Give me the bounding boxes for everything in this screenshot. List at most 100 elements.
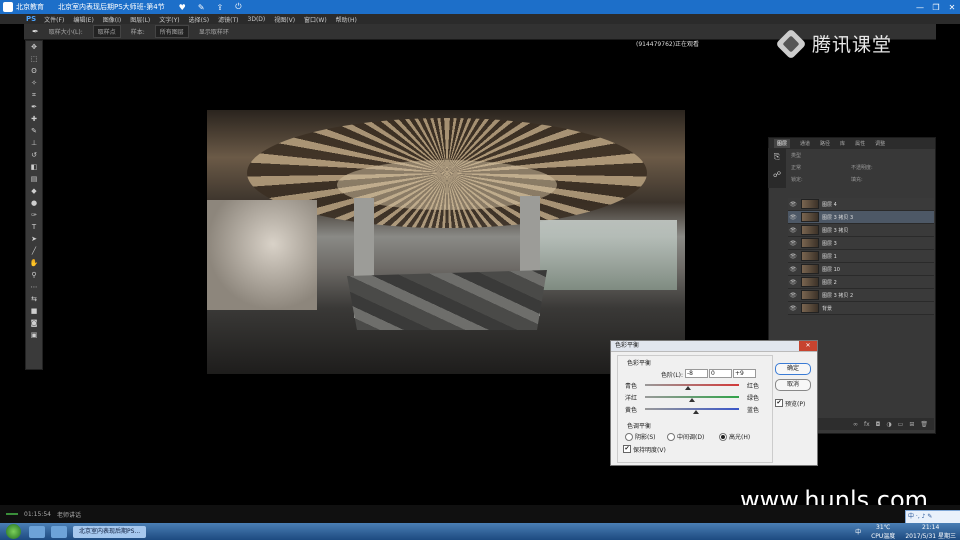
minimize-button[interactable]: — — [912, 3, 928, 12]
visibility-eye-icon[interactable]: 👁 — [788, 227, 798, 234]
level-yellow-blue-input[interactable]: +9 — [733, 369, 756, 378]
input-method-indicator[interactable]: 中 — [855, 527, 861, 536]
blend-mode-select[interactable]: 正常 — [791, 164, 801, 171]
tab-channels[interactable]: 通道 — [800, 140, 810, 147]
media-taskbar-icon[interactable] — [51, 525, 67, 538]
visibility-eye-icon[interactable]: 👁 — [788, 305, 798, 312]
edit-icon[interactable]: ✎ — [198, 3, 205, 12]
sample-select[interactable]: 所有图层 — [154, 25, 189, 38]
sample-size-select[interactable]: 取样点 — [92, 25, 121, 38]
layer-row[interactable]: 👁 图层 3 — [788, 237, 934, 250]
yellow-blue-slider-handle[interactable] — [693, 410, 700, 414]
visibility-eye-icon[interactable]: 👁 — [788, 266, 798, 273]
blur-tool-icon[interactable]: ◆ — [26, 185, 42, 197]
tab-properties[interactable]: 属性 — [855, 140, 865, 147]
yellow-blue-slider[interactable] — [645, 408, 739, 410]
history-brush-icon[interactable]: ↺ — [26, 149, 42, 161]
menu-view[interactable]: 视图(V) — [274, 15, 295, 24]
visibility-eye-icon[interactable]: 👁 — [788, 292, 798, 299]
layer-row[interactable]: 👁 图层 3 拷贝 2 — [788, 289, 934, 302]
move-tool-icon[interactable]: ✥ — [26, 41, 42, 53]
menu-filter[interactable]: 滤镜(T) — [218, 15, 238, 24]
document-canvas[interactable] — [207, 110, 685, 374]
menu-layer[interactable]: 图层(L) — [130, 15, 150, 24]
explorer-taskbar-icon[interactable] — [29, 525, 45, 538]
menu-file[interactable]: 文件(F) — [44, 15, 64, 24]
menu-window[interactable]: 窗口(W) — [304, 15, 327, 24]
maximize-button[interactable]: ❐ — [928, 3, 944, 12]
zoom-tool-icon[interactable]: ⚲ — [26, 269, 42, 281]
magenta-green-slider-handle[interactable] — [689, 398, 695, 402]
type-tool-icon[interactable]: T — [26, 221, 42, 233]
menu-3d[interactable]: 3D(D) — [248, 16, 266, 23]
layer-row[interactable]: 👁 图层 1 — [788, 250, 934, 263]
tab-libraries[interactable]: 库 — [840, 140, 845, 147]
preview-checkbox[interactable]: ✔ — [775, 399, 783, 407]
new-layer-icon[interactable]: ⊞ — [909, 421, 914, 428]
link-icon[interactable]: ∞ — [853, 421, 858, 428]
trash-icon[interactable]: 🗑 — [920, 421, 928, 428]
tone-midtones-radio[interactable] — [667, 433, 675, 441]
visibility-eye-icon[interactable]: 👁 — [788, 240, 798, 247]
hand-tool-icon[interactable]: ✋ — [26, 257, 42, 269]
visibility-eye-icon[interactable]: 👁 — [788, 253, 798, 260]
more-tools-icon[interactable]: ⋯ — [26, 281, 42, 293]
menu-select[interactable]: 选择(S) — [189, 15, 210, 24]
layer-row[interactable]: 👁 图层 2 — [788, 276, 934, 289]
gradient-tool-icon[interactable]: ▤ — [26, 173, 42, 185]
history-panel-icon[interactable]: ⎘ — [768, 152, 786, 162]
close-button[interactable]: ✕ — [944, 3, 960, 12]
crop-tool-icon[interactable]: ⌗ — [26, 89, 42, 101]
stamp-tool-icon[interactable]: ⊥ — [26, 137, 42, 149]
eyedropper-icon[interactable]: ✒ — [32, 27, 39, 36]
swap-colors-icon[interactable]: ⇆ — [26, 293, 42, 305]
power-icon[interactable]: ⏻ — [235, 2, 241, 12]
visibility-eye-icon[interactable]: 👁 — [788, 201, 798, 208]
quick-mask-icon[interactable]: ◙ — [26, 317, 42, 329]
tone-highlights-radio[interactable] — [719, 433, 727, 441]
layer-row[interactable]: 👁 图层 3 拷贝 — [788, 224, 934, 237]
level-cyan-red-input[interactable]: -8 — [685, 369, 708, 378]
visibility-eye-icon[interactable]: 👁 — [788, 279, 798, 286]
share-icon[interactable]: ⇪ — [217, 3, 224, 12]
layer-row[interactable]: 👁 背景 — [788, 302, 934, 315]
menu-edit[interactable]: 编辑(E) — [73, 15, 93, 24]
brush-tool-icon[interactable]: ✎ — [26, 125, 42, 137]
magic-wand-icon[interactable]: ✧ — [26, 77, 42, 89]
healing-tool-icon[interactable]: ✚ — [26, 113, 42, 125]
adjust-icon[interactable]: ◑ — [886, 421, 891, 428]
dialog-close-button[interactable]: ✕ — [799, 341, 817, 351]
eraser-tool-icon[interactable]: ◧ — [26, 161, 42, 173]
clock[interactable]: 21:14 2017/5/31 星期三 — [905, 524, 956, 540]
tab-layers[interactable]: 图层 — [774, 139, 791, 148]
input-method-bar[interactable]: 中 ·, ♪ ✎ — [905, 510, 960, 524]
visibility-eye-icon[interactable]: 👁 — [788, 214, 798, 221]
screen-mode-icon[interactable]: ▣ — [26, 329, 42, 341]
menu-image[interactable]: 图像(I) — [103, 15, 121, 24]
menu-help[interactable]: 帮助(H) — [336, 15, 357, 24]
layer-row[interactable]: 👁 图层 10 — [788, 263, 934, 276]
start-button[interactable] — [6, 524, 21, 539]
layer-row[interactable]: 👁 图层 3 拷贝 3 — [788, 211, 934, 224]
tab-paths[interactable]: 路径 — [820, 140, 830, 147]
dodge-tool-icon[interactable]: ● — [26, 197, 42, 209]
show-ring-checkbox[interactable]: 显示取样环 — [199, 27, 229, 36]
color-swatch-icon[interactable]: ■ — [26, 305, 42, 317]
eyedropper-tool-icon[interactable]: ✒ — [26, 101, 42, 113]
cancel-button[interactable]: 取消 — [775, 379, 811, 391]
taskbar-active-task[interactable]: 北京室内表现后期PS... — [73, 525, 147, 538]
path-select-icon[interactable]: ➤ — [26, 233, 42, 245]
layer-filter-type[interactable]: 类型 — [791, 152, 801, 159]
cyan-red-slider-handle[interactable] — [685, 386, 692, 390]
menu-type[interactable]: 文字(Y) — [159, 15, 179, 24]
cyan-red-slider[interactable] — [645, 384, 739, 386]
folder-icon[interactable]: ▭ — [898, 421, 904, 428]
layer-row[interactable]: 👁 图层 4 — [788, 198, 934, 211]
level-magenta-green-input[interactable]: 0 — [709, 369, 732, 378]
mask-icon[interactable]: ◘ — [876, 421, 881, 428]
preserve-luminosity-checkbox[interactable]: ✔ — [623, 445, 631, 453]
ok-button[interactable]: 确定 — [775, 363, 811, 375]
heart-icon[interactable]: ♥ — [179, 3, 186, 12]
playback-progress[interactable] — [6, 513, 18, 515]
lasso-tool-icon[interactable]: ʘ — [26, 65, 42, 77]
